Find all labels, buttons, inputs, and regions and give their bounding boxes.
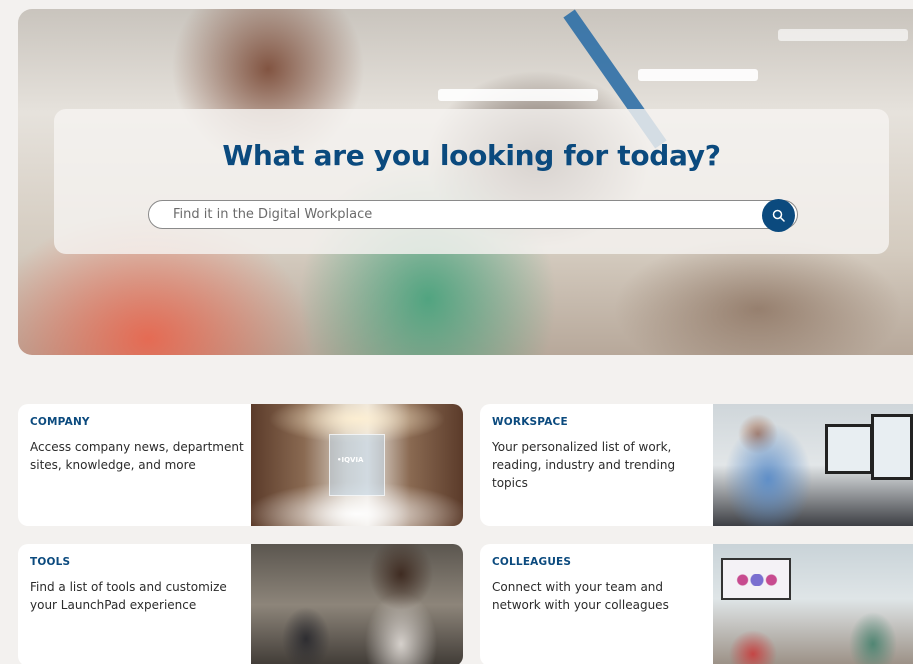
- workspace-card[interactable]: WORKSPACE Your personalized list of work…: [480, 404, 913, 526]
- workspace-image: [713, 404, 913, 526]
- search-input[interactable]: [149, 201, 797, 228]
- monitor: [871, 414, 913, 480]
- card-description: Connect with your team and network with …: [492, 580, 669, 612]
- tools-card[interactable]: TOOLS Find a list of tools and customize…: [18, 544, 463, 664]
- colleagues-card[interactable]: COLLEAGUES Connect with your team and ne…: [480, 544, 913, 664]
- card-title: TOOLS: [30, 556, 71, 568]
- tools-image: [251, 544, 463, 664]
- search-box: [148, 200, 798, 229]
- hero-title: What are you looking for today?: [222, 139, 721, 172]
- card-description: Access company news, department sites, k…: [30, 440, 244, 472]
- search-panel: What are you looking for today?: [54, 109, 889, 254]
- card-title: WORKSPACE: [492, 416, 568, 428]
- card-title: COMPANY: [30, 416, 90, 428]
- glass-panel: [329, 434, 385, 496]
- colleagues-image: [713, 544, 913, 664]
- card-description: Your personalized list of work, reading,…: [492, 440, 676, 490]
- screen-graphic: [733, 574, 781, 586]
- company-lobby-image: •IQVIA: [251, 404, 463, 526]
- hero-photo-light: [778, 29, 908, 41]
- presentation-screen: [721, 558, 791, 600]
- company-card[interactable]: COMPANY Access company news, department …: [18, 404, 463, 526]
- hero-photo-light: [438, 89, 598, 101]
- monitor: [825, 424, 873, 474]
- search-icon: [772, 209, 785, 222]
- search-button[interactable]: [762, 199, 795, 232]
- card-description: Find a list of tools and customize your …: [30, 580, 227, 612]
- hero-photo-light: [638, 69, 758, 81]
- company-logo-text: •IQVIA: [337, 456, 364, 464]
- card-title: COLLEAGUES: [492, 556, 572, 568]
